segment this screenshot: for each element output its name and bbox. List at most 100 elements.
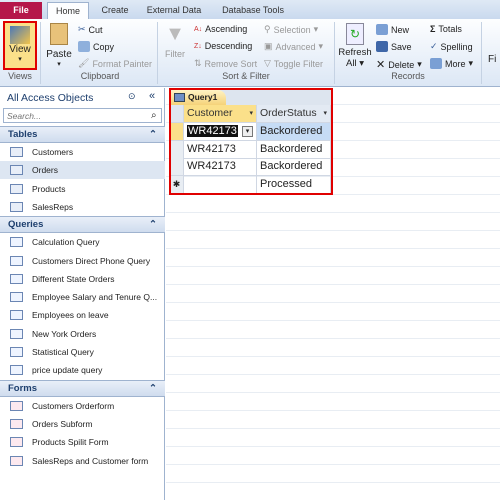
nav-item[interactable]: Statistical Query xyxy=(0,343,165,361)
refresh-all-button[interactable]: ↻ Refresh All ▾ xyxy=(338,23,372,69)
cell-customer[interactable]: WR42173 xyxy=(184,158,257,176)
cell-value: WR42173 xyxy=(187,125,238,137)
filter-button[interactable]: ▼ Filter xyxy=(162,23,188,59)
delete-icon: ✕ xyxy=(376,59,386,71)
more-icon xyxy=(430,58,442,69)
nav-group-forms[interactable]: Forms ⌃ xyxy=(0,379,165,397)
nav-item[interactable]: Products xyxy=(0,180,165,198)
toggle-filter-button[interactable]: ▽ Toggle Filter xyxy=(264,58,323,69)
nav-group-queries[interactable]: Queries ⌃ xyxy=(0,216,165,234)
format-painter-button[interactable]: 🖌 Format Painter xyxy=(78,58,152,69)
scissors-icon: ✂ xyxy=(78,24,86,34)
more-button[interactable]: More ▾ xyxy=(430,58,473,69)
nav-dropdown-icon[interactable]: ⊙ xyxy=(128,91,136,102)
nav-item[interactable]: price update query xyxy=(0,361,165,379)
select-all-button[interactable] xyxy=(170,105,184,123)
cell-customer[interactable]: WR42173 ▾ xyxy=(184,123,257,141)
nav-item-label: Different State Orders xyxy=(32,273,115,284)
row-selector[interactable]: ✱ xyxy=(170,175,184,194)
nav-item[interactable]: Employee Salary and Tenure Q... xyxy=(0,288,165,306)
cell-orderstatus[interactable]: Backordered xyxy=(257,158,331,176)
query-icon xyxy=(10,310,23,321)
nav-item[interactable]: Calculation Query xyxy=(0,233,165,251)
combo-dropdown-button[interactable]: ▾ xyxy=(242,126,253,137)
find-button[interactable]: Fi xyxy=(488,54,496,65)
query-icon xyxy=(174,93,185,102)
nav-group-label: Tables xyxy=(8,129,38,140)
nav-item[interactable]: Different State Orders xyxy=(0,270,165,288)
column-header-orderstatus[interactable]: OrderStatus ▾ xyxy=(257,105,331,123)
nav-item[interactable]: Customers Orderform xyxy=(0,397,165,415)
cell-orderstatus[interactable]: Processed xyxy=(257,175,331,194)
tab-create[interactable]: Create xyxy=(95,2,135,19)
new-record-button[interactable]: New xyxy=(376,24,409,35)
cut-label: Cut xyxy=(88,24,103,35)
column-header-customer[interactable]: Customer ▾ xyxy=(184,105,257,123)
nav-item-label: Customers xyxy=(32,147,74,157)
view-label: View xyxy=(9,44,31,55)
nav-item[interactable]: SalesReps xyxy=(0,198,165,216)
advanced-button[interactable]: ▣ Advanced ▾ xyxy=(264,41,323,52)
save-button[interactable]: Save xyxy=(376,41,412,52)
query-icon xyxy=(10,273,23,284)
selection-button[interactable]: ⚲ Selection ▾ xyxy=(264,24,318,35)
query-icon xyxy=(10,365,23,376)
document-area: Query1 Customer ▾ OrderStatus ▾ WR42173 ▾ Back… xyxy=(166,88,500,500)
cell-customer[interactable] xyxy=(184,175,257,194)
cell-orderstatus[interactable]: Backordered xyxy=(257,123,331,141)
new-label: New xyxy=(391,24,410,35)
nav-item-label: SalesReps and Customer form xyxy=(32,455,149,466)
view-button[interactable]: View ▾ xyxy=(3,21,37,70)
group-records: Records xyxy=(391,71,425,81)
tab-external-data[interactable]: External Data xyxy=(143,2,205,19)
ribbon-tabs: File Home Create External Data Database … xyxy=(0,0,500,19)
nav-item-label: SalesReps xyxy=(32,201,74,212)
nav-item[interactable]: Customers Direct Phone Query xyxy=(0,252,165,270)
cell-orderstatus[interactable]: Backordered xyxy=(257,140,331,159)
nav-item-label: Customers Direct Phone Query xyxy=(32,255,151,266)
nav-item[interactable]: Orders xyxy=(0,161,165,180)
refresh-icon: ↻ xyxy=(346,23,364,45)
navigation-pane: All Access Objects ⊙ « ⌕ Tables ⌃ Customer… xyxy=(0,88,165,500)
paste-button[interactable]: Paste ▾ xyxy=(45,23,73,68)
nav-search-input[interactable] xyxy=(3,108,162,123)
totals-button[interactable]: Σ Totals xyxy=(430,24,462,34)
tab-query1[interactable]: Query1 xyxy=(171,90,226,105)
cut-button[interactable]: ✂ Cut xyxy=(78,24,103,35)
nav-item-label: Employee Salary and Tenure Q... xyxy=(32,292,158,303)
delete-button[interactable]: ✕ Delete ▾ xyxy=(376,58,422,71)
descending-button[interactable]: Z↓ Descending xyxy=(194,41,252,51)
group-clipboard: Clipboard xyxy=(80,71,120,81)
nav-item[interactable]: Customers xyxy=(0,143,165,161)
refresh-label: Refresh xyxy=(338,47,372,58)
nav-group-tables[interactable]: Tables ⌃ xyxy=(0,126,165,143)
paste-label: Paste xyxy=(46,49,72,60)
cell-customer[interactable]: WR42173 xyxy=(184,140,257,159)
nav-item[interactable]: Orders Subform xyxy=(0,415,165,433)
shutter-bar-close-icon[interactable]: « xyxy=(149,90,155,102)
tab-file[interactable]: File xyxy=(0,2,42,19)
query-icon xyxy=(10,347,23,357)
tab-home[interactable]: Home xyxy=(47,2,89,19)
copy-label: Copy xyxy=(93,41,115,52)
advanced-label: Advanced xyxy=(275,41,316,52)
funnel-icon: ▼ xyxy=(165,23,185,45)
nav-item[interactable]: Products Spilit Form xyxy=(0,433,165,451)
spelling-button[interactable]: ✓ Spelling xyxy=(430,41,473,52)
row-selector[interactable] xyxy=(170,158,184,176)
copy-button[interactable]: Copy xyxy=(78,41,114,52)
remove-sort-button[interactable]: ⇅ Remove Sort xyxy=(194,58,257,69)
format-painter-label: Format Painter xyxy=(92,58,152,69)
nav-item[interactable]: SalesReps and Customer form xyxy=(0,452,165,470)
row-selector[interactable] xyxy=(170,140,184,159)
paste-icon xyxy=(50,23,68,45)
selection-icon: ⚲ xyxy=(264,24,271,34)
nav-title[interactable]: All Access Objects xyxy=(7,92,93,104)
nav-item[interactable]: New York Orders xyxy=(0,325,165,343)
ascending-button[interactable]: A↓ Ascending xyxy=(194,24,247,34)
query-icon xyxy=(10,237,23,248)
tab-database-tools[interactable]: Database Tools xyxy=(218,2,288,19)
nav-item[interactable]: Employees on leave xyxy=(0,306,165,324)
nav-item-label: Calculation Query xyxy=(32,237,100,248)
row-selector[interactable] xyxy=(170,123,184,141)
